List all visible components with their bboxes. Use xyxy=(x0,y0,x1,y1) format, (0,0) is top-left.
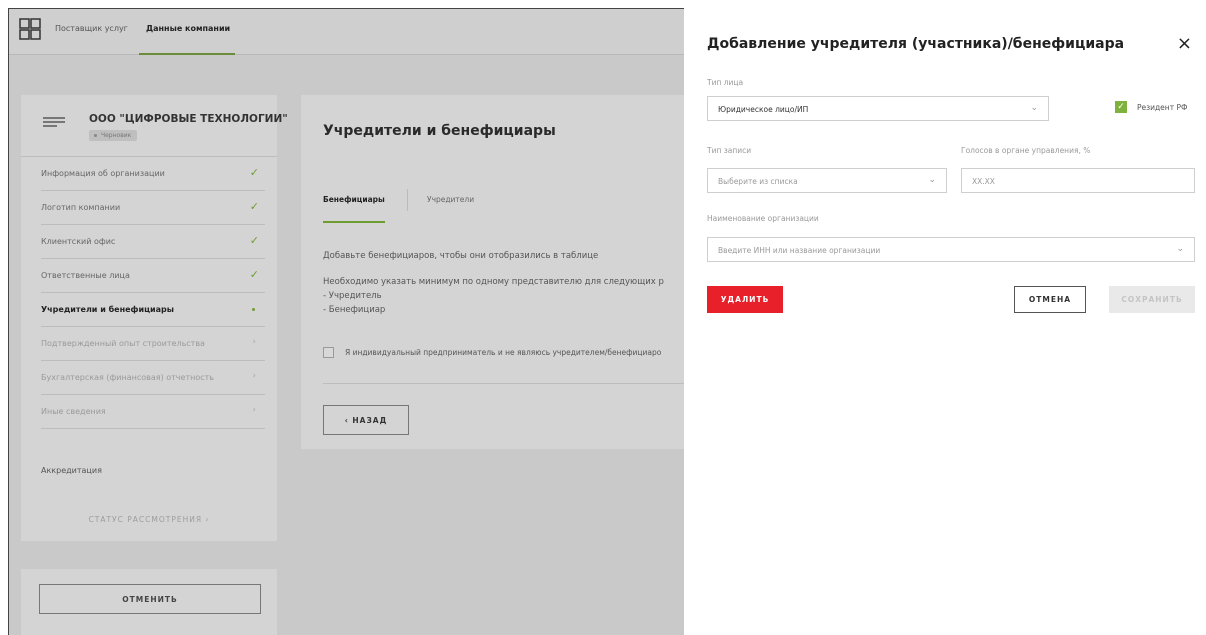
requirement-item: - Бенефициар xyxy=(323,305,386,315)
votes-label: Голосов в органе управления, % xyxy=(961,146,1091,155)
tab-active-underline xyxy=(323,221,385,223)
check-icon: ✓ xyxy=(249,268,259,281)
cancel-application-button[interactable]: ОТМЕНИТЬ xyxy=(39,584,261,614)
org-name-select[interactable]: Введите ИНН или название организации ⌄ xyxy=(707,237,1195,262)
dom-rf-logo-icon[interactable] xyxy=(19,18,41,40)
sole-proprietor-checkbox[interactable] xyxy=(323,347,334,358)
review-status-link[interactable]: СТАТУС РАССМОТРЕНИЯ › xyxy=(21,515,277,524)
resident-checkbox[interactable]: ✓ xyxy=(1115,101,1127,113)
chevron-right-icon: › xyxy=(252,371,256,381)
sidebar-item-org-info[interactable]: Информация об организации ✓ xyxy=(41,157,265,191)
add-founder-drawer: Добавление учредителя (участника)/бенефи… xyxy=(684,8,1206,635)
checkbox-label: Я индивидуальный предприниматель и не яв… xyxy=(345,348,662,357)
close-icon[interactable]: × xyxy=(1177,33,1192,54)
status-badge: Черновик xyxy=(89,130,138,141)
company-name: ООО "ЦИФРОВЫЕ ТЕХНОЛОГИИ" xyxy=(89,113,288,125)
person-type-label: Тип лица xyxy=(707,78,744,87)
record-type-label: Тип записи xyxy=(707,146,752,155)
company-logo-icon xyxy=(43,117,65,129)
chevron-down-icon: ⌄ xyxy=(928,175,936,185)
sidebar-item-label: Ответственные лица xyxy=(41,271,130,280)
sidebar-item-accounting[interactable]: Бухгалтерская (финансовая) отчетность › xyxy=(41,361,265,395)
tab-beneficiaries[interactable]: Бенефициары xyxy=(323,195,385,204)
drawer-title: Добавление учредителя (участника)/бенефи… xyxy=(707,36,1125,52)
sidebar-item-founders[interactable]: Учредители и бенефициары xyxy=(41,293,265,327)
sidebar-item-label: Информация об организации xyxy=(41,169,165,178)
sidebar-item-label: Бухгалтерская (финансовая) отчетность xyxy=(41,373,214,382)
nav-active-underline xyxy=(139,53,235,55)
sidebar-item-label: Учредители и бенефициары xyxy=(41,305,174,314)
cancel-panel: ОТМЕНИТЬ xyxy=(21,569,277,635)
sidebar-item-experience[interactable]: Подтвержденный опыт строительства › xyxy=(41,327,265,361)
chevron-right-icon: › xyxy=(252,337,256,347)
sidebar-item-label: Иные сведения xyxy=(41,407,106,416)
sidebar-item-client-office[interactable]: Клиентский офис ✓ xyxy=(41,225,265,259)
save-button[interactable]: СОХРАНИТЬ xyxy=(1109,286,1195,313)
sidebar-item-logo[interactable]: Логотип компании ✓ xyxy=(41,191,265,225)
org-name-label: Наименование организации xyxy=(707,214,819,223)
page-title: Учредители и бенефициары xyxy=(323,123,556,139)
divider xyxy=(323,383,721,384)
sidebar-item-responsible[interactable]: Ответственные лица ✓ xyxy=(41,259,265,293)
check-icon: ✓ xyxy=(249,200,259,213)
check-icon: ✓ xyxy=(249,234,259,247)
nav-provider[interactable]: Поставщик услуг xyxy=(55,24,128,33)
person-type-select[interactable]: Юридическое лицо/ИП ⌄ xyxy=(707,96,1049,121)
company-header: ООО "ЦИФРОВЫЕ ТЕХНОЛОГИИ" Черновик xyxy=(21,95,288,157)
tabs: Бенефициары Учредители xyxy=(323,183,703,223)
chevron-right-icon: › xyxy=(252,405,256,415)
record-type-placeholder: Выберите из списка xyxy=(718,177,798,186)
sidebar-item-other[interactable]: Иные сведения › xyxy=(41,395,265,429)
chevron-down-icon: ⌄ xyxy=(1176,244,1184,254)
back-button[interactable]: ‹ НАЗАД xyxy=(323,405,409,435)
record-type-select[interactable]: Выберите из списка ⌄ xyxy=(707,168,947,193)
sidebar-item-label: Логотип компании xyxy=(41,203,121,212)
resident-label: Резидент РФ xyxy=(1137,103,1188,112)
sidebar-item-label: Подтвержденный опыт строительства xyxy=(41,339,205,348)
votes-input[interactable]: XX.XX xyxy=(961,168,1195,193)
delete-button[interactable]: УДАЛИТЬ xyxy=(707,286,783,313)
check-icon: ✓ xyxy=(249,166,259,179)
sidebar: ООО "ЦИФРОВЫЕ ТЕХНОЛОГИИ" Черновик Инфор… xyxy=(21,95,288,541)
tab-divider xyxy=(407,189,408,211)
cancel-button[interactable]: ОТМЕНА xyxy=(1014,286,1086,313)
votes-placeholder: XX.XX xyxy=(972,177,995,186)
requirement-text: Необходимо указать минимум по одному пре… xyxy=(323,277,664,287)
chevron-down-icon: ⌄ xyxy=(1030,103,1038,113)
main-content: Учредители и бенефициары Бенефициары Учр… xyxy=(301,95,721,449)
requirement-item: - Учредитель xyxy=(323,291,382,301)
nav-company-data[interactable]: Данные компании xyxy=(146,24,230,33)
accreditation-heading: Аккредитация xyxy=(41,466,102,475)
tab-founders[interactable]: Учредители xyxy=(427,195,474,204)
active-dot-icon xyxy=(252,308,255,311)
org-name-placeholder: Введите ИНН или название организации xyxy=(718,246,881,255)
hint-text: Добавьте бенефициаров, чтобы они отобраз… xyxy=(323,251,599,261)
person-type-value: Юридическое лицо/ИП xyxy=(718,105,809,114)
sidebar-item-label: Клиентский офис xyxy=(41,237,116,246)
